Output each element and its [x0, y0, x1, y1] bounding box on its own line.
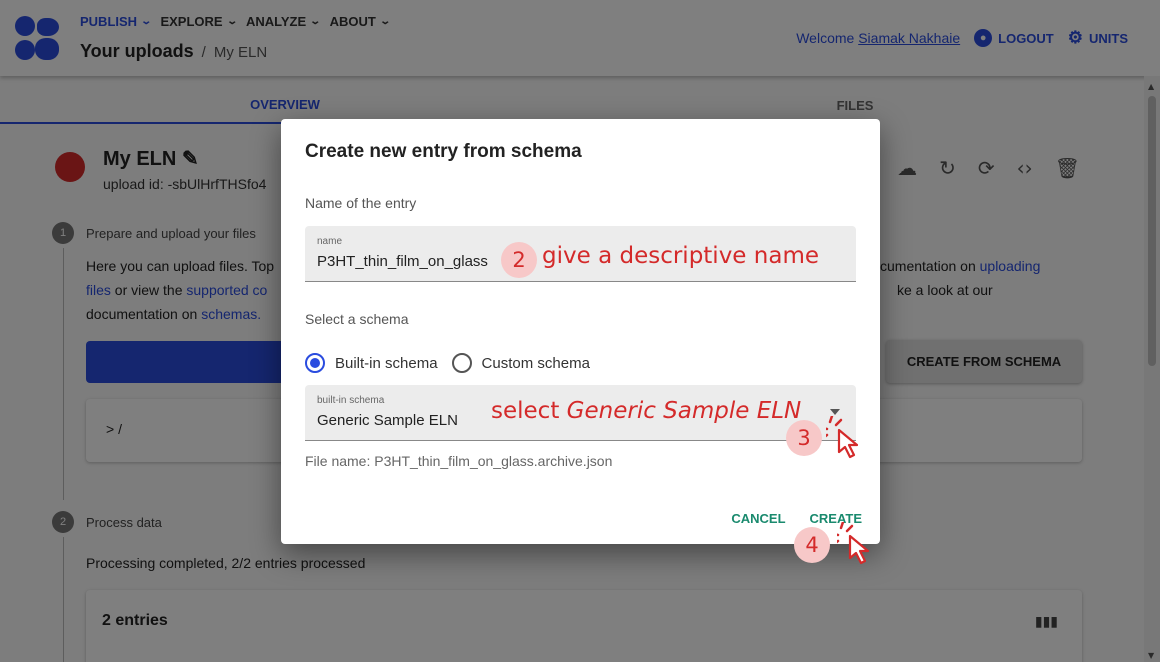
schema-section-label: Select a schema — [305, 311, 409, 327]
click-cursor-icon — [837, 522, 870, 565]
create-entry-dialog: Create new entry from schema Name of the… — [281, 119, 880, 544]
dropdown-arrow-icon[interactable] — [830, 409, 840, 415]
annotation-name-hint: give a descriptive name — [542, 243, 819, 269]
step-badge-4: 4 — [794, 527, 830, 563]
annotation-schema-hint: select Generic Sample ELN — [491, 398, 802, 424]
step-badge-2: 2 — [501, 242, 537, 278]
custom-schema-radio[interactable] — [451, 353, 472, 373]
dialog-title: Create new entry from schema — [305, 141, 582, 162]
step-badge-3: 3 — [786, 420, 822, 456]
name-section-label: Name of the entry — [305, 195, 417, 211]
click-cursor-icon — [826, 416, 859, 459]
name-field-value[interactable]: P3HT_thin_film_on_glass — [317, 253, 488, 270]
schema-field-label: built-in schema — [317, 395, 385, 406]
builtin-schema-radio[interactable] — [305, 353, 325, 373]
file-name-helper: File name: P3HT_thin_film_on_glass.archi… — [305, 453, 613, 469]
schema-field-value[interactable]: Generic Sample ELN — [317, 412, 458, 429]
schema-type-radio-group: Built-in schema Custom schema — [305, 353, 590, 373]
builtin-schema-label[interactable]: Built-in schema — [335, 355, 438, 372]
cancel-button[interactable]: CANCEL — [731, 511, 785, 526]
name-field-label: name — [317, 236, 343, 247]
custom-schema-label[interactable]: Custom schema — [482, 355, 590, 372]
